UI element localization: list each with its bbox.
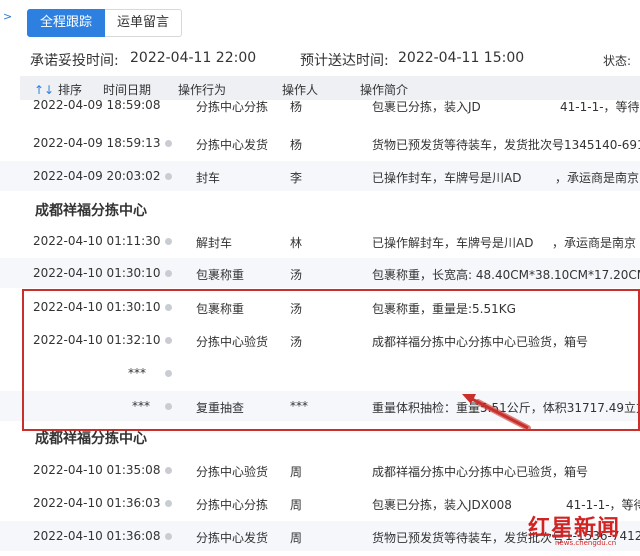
annotation-arrow-icon xyxy=(462,394,531,431)
news-logo: 红星新闻 xyxy=(528,515,621,541)
news-logo-url: news.chengdu.cn xyxy=(555,539,617,547)
